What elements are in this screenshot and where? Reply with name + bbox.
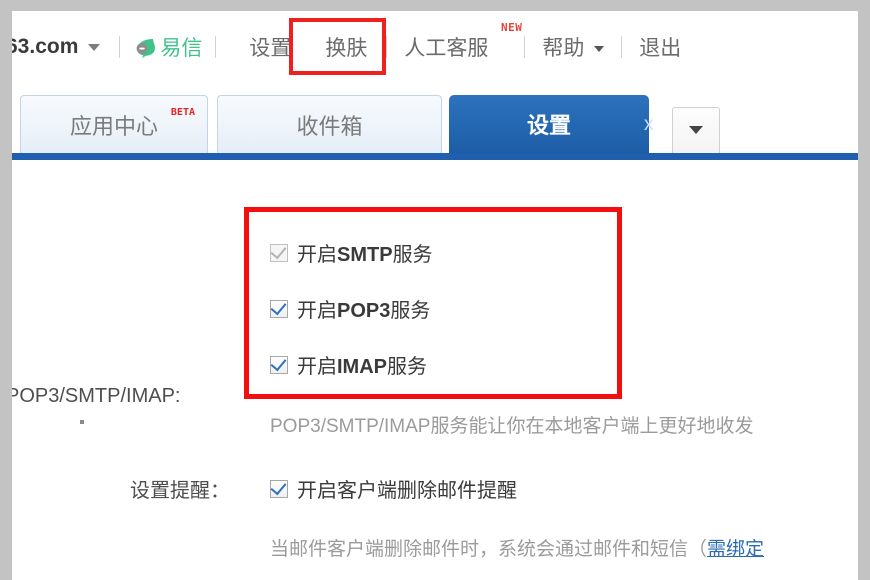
check-icon — [270, 298, 287, 315]
yixin-logo-icon — [133, 35, 157, 59]
checkbox-smtp-label: 开启SMTP服务 — [297, 238, 433, 267]
tab-overflow-button[interactable] — [672, 107, 720, 153]
checkbox-smtp-label-strong: SMTP — [337, 244, 393, 266]
checkbox-pop3-label-prefix: 开启 — [297, 300, 337, 322]
checkbox-row-client-delete-reminder[interactable]: 开启客户端删除邮件提醒 — [270, 474, 517, 503]
nav-link-help[interactable]: 帮助 — [538, 30, 608, 64]
checkbox-pop3-label-strong: POP3 — [337, 300, 391, 322]
protocols-field-label: POP3/SMTP/IMAP: — [12, 385, 181, 407]
check-icon — [270, 478, 287, 495]
checkbox-smtp[interactable] — [270, 242, 288, 262]
checkbox-smtp-label-suffix: 服务 — [392, 244, 433, 266]
checkbox-row-pop3[interactable]: 开启POP3服务 — [270, 294, 430, 323]
checkbox-imap-label-suffix: 服务 — [387, 356, 427, 378]
check-icon — [270, 354, 287, 371]
tab-strip-underline — [12, 153, 858, 160]
checkbox-client-delete-reminder-label: 开启客户端删除邮件提醒 — [297, 480, 517, 502]
reminder-hint-text: 当邮件客户端删除邮件时，系统会通过邮件和短信（需绑定 — [270, 534, 764, 561]
yixin-label: 易信 — [160, 37, 203, 60]
chevron-down-icon — [594, 46, 605, 53]
bullet-dot-icon — [80, 420, 84, 424]
checkbox-pop3[interactable] — [270, 298, 288, 318]
tab-settings-label: 设置 — [526, 113, 571, 138]
nav-link-logout[interactable]: 退出 — [635, 30, 685, 64]
checkbox-row-imap[interactable]: 开启IMAP服务 — [270, 350, 427, 379]
checkbox-row-smtp[interactable]: 开启SMTP服务 — [270, 238, 433, 267]
nav-link-skin[interactable]: 换肤 — [321, 30, 371, 64]
tab-app-center[interactable]: 应用中心 BETA — [20, 95, 208, 153]
reminder-field-label: 设置提醒： — [130, 480, 230, 502]
nav-link-customer-service[interactable]: 人工客服 NEW — [400, 21, 521, 64]
nav-separator — [524, 36, 526, 58]
reminder-hint-prefix: 当邮件客户端删除邮件时，系统会通过邮件和短信（ — [270, 539, 708, 560]
checkbox-pop3-label: 开启POP3服务 — [297, 294, 430, 323]
account-domain-label[interactable]: 63.com — [12, 35, 78, 59]
tab-settings[interactable]: 设置 — [449, 95, 649, 153]
tab-strip: 应用中心 BETA 收件箱 设置 x — [12, 87, 858, 163]
reminder-hint-link[interactable]: 需绑定 — [707, 539, 764, 560]
check-icon — [270, 242, 287, 259]
nav-link-settings[interactable]: 设置 — [245, 30, 295, 64]
top-nav-row: 63.com 易信 设置 换肤 人工客服 NEW 帮助 退出 — [12, 21, 685, 65]
checkbox-imap[interactable] — [270, 354, 288, 374]
nav-separator — [386, 36, 388, 58]
nav-link-customer-service-label: 人工客服 — [404, 37, 489, 60]
checkbox-imap-label-prefix: 开启 — [297, 356, 337, 378]
checkbox-client-delete-reminder[interactable] — [270, 478, 288, 498]
protocols-hint-text: POP3/SMTP/IMAP服务能让你在本地客户端上更好地收发 — [270, 416, 754, 437]
page-content: 63.com 易信 设置 换肤 人工客服 NEW 帮助 退出 应用中心 BETA… — [12, 11, 858, 580]
tab-inbox[interactable]: 收件箱 — [217, 95, 442, 153]
tab-inbox-label: 收件箱 — [296, 113, 363, 139]
nav-link-help-label: 帮助 — [542, 37, 585, 60]
caret-down-icon[interactable] — [88, 43, 101, 51]
tab-close-icon[interactable]: x — [644, 114, 654, 136]
beta-badge: BETA — [170, 107, 195, 118]
yixin-link[interactable]: 易信 — [133, 32, 202, 62]
checkbox-pop3-label-suffix: 服务 — [390, 300, 431, 322]
checkbox-imap-label-strong: IMAP — [337, 356, 387, 378]
nav-separator — [621, 36, 623, 58]
nav-separator — [119, 36, 121, 58]
new-badge: NEW — [501, 21, 523, 34]
tab-app-center-label: 应用中心 — [69, 113, 158, 139]
checkbox-smtp-label-prefix: 开启 — [297, 244, 337, 266]
chevron-down-icon — [688, 122, 704, 140]
nav-separator — [215, 36, 217, 58]
checkbox-imap-label: 开启IMAP服务 — [297, 350, 427, 379]
top-utility-nav: 63.com 易信 设置 换肤 人工客服 NEW 帮助 退出 — [12, 11, 858, 81]
window-frame: 63.com 易信 设置 换肤 人工客服 NEW 帮助 退出 应用中心 BETA… — [0, 0, 870, 580]
settings-body: POP3/SMTP/IMAP: 开启SMTP服务 开启POP3服务 开启IMAP… — [12, 163, 858, 580]
